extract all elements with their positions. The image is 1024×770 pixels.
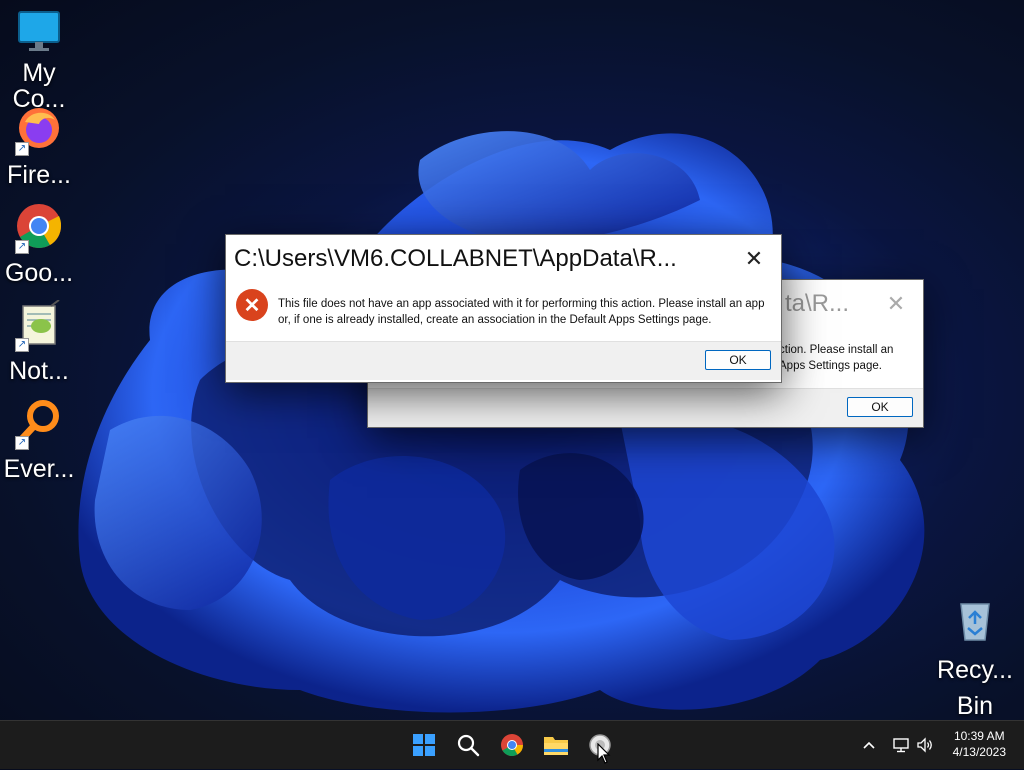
dialog-title: C:\Users\VM6.COLLABNET\AppData\R... (234, 245, 677, 272)
desktop-icon-firefox[interactable]: ↗ Fire... (0, 104, 78, 190)
computer-icon (15, 8, 63, 56)
close-icon[interactable]: ✕ (739, 245, 769, 273)
desktop-icon-label: Recy... (937, 656, 1013, 684)
error-icon: ✕ (236, 289, 268, 321)
shortcut-arrow-icon: ↗ (15, 142, 29, 156)
firefox-icon: ↗ (15, 104, 63, 156)
notepadpp-icon: ↗ (15, 299, 63, 352)
dialog-body: ✕ This file does not have an app associa… (226, 283, 781, 341)
shortcut-arrow-icon: ↗ (15, 240, 29, 254)
mouse-cursor (597, 742, 611, 770)
desktop-icon-label: Ever... (3, 455, 75, 483)
shortcut-arrow-icon: ↗ (15, 436, 29, 450)
desktop-icon-recycle-bin[interactable]: Recy... Bin (936, 596, 1014, 724)
dialog-message: ction. Please install an Apps Settings p… (779, 344, 894, 372)
file-explorer-icon[interactable] (541, 730, 571, 760)
clock[interactable]: 10:39 AM 4/13/2023 (953, 728, 1006, 760)
desktop-icon-label: My (22, 59, 56, 87)
chrome-icon: ↗ (15, 202, 63, 254)
dialog-footer: OK (368, 388, 923, 427)
recycle-bin-icon (951, 596, 999, 644)
search-icon[interactable] (453, 730, 483, 760)
ok-button[interactable]: OK (705, 350, 771, 370)
desktop-icon-label: Goo... (4, 259, 74, 287)
volume-icon[interactable] (915, 721, 935, 769)
desktop-icon-label: Bin (956, 692, 994, 720)
network-icon[interactable] (891, 721, 911, 769)
desktop-icon-label: Fire... (7, 161, 71, 189)
start-icon[interactable] (409, 730, 439, 760)
tray-chevron-icon[interactable] (860, 721, 878, 769)
desktop-icon-label: Not... (9, 357, 69, 385)
clock-time: 10:39 AM (953, 729, 1005, 743)
desktop-icon-google-chrome[interactable]: ↗ Goo... (0, 202, 78, 288)
desktop-icon-my-computer[interactable]: My Co... (0, 8, 78, 112)
desktop-icon-notepadpp[interactable]: ↗ Not... (0, 299, 78, 386)
clock-date: 4/13/2023 (952, 745, 1006, 759)
error-dialog[interactable]: C:\Users\VM6.COLLABNET\AppData\R... ✕ ✕ … (225, 234, 782, 383)
shortcut-arrow-icon: ↗ (15, 338, 29, 352)
everything-search-icon: ↗ (15, 398, 63, 450)
ok-button[interactable]: OK (847, 397, 913, 417)
desktop-icon-everything[interactable]: ↗ Ever... (0, 398, 78, 484)
dialog-footer: OK (226, 341, 781, 380)
taskbar: 10:39 AM 4/13/2023 (0, 720, 1024, 769)
close-icon[interactable]: ✕ (881, 290, 911, 318)
chrome-icon[interactable] (497, 730, 527, 760)
dialog-message: This file does not have an app associate… (278, 298, 765, 326)
